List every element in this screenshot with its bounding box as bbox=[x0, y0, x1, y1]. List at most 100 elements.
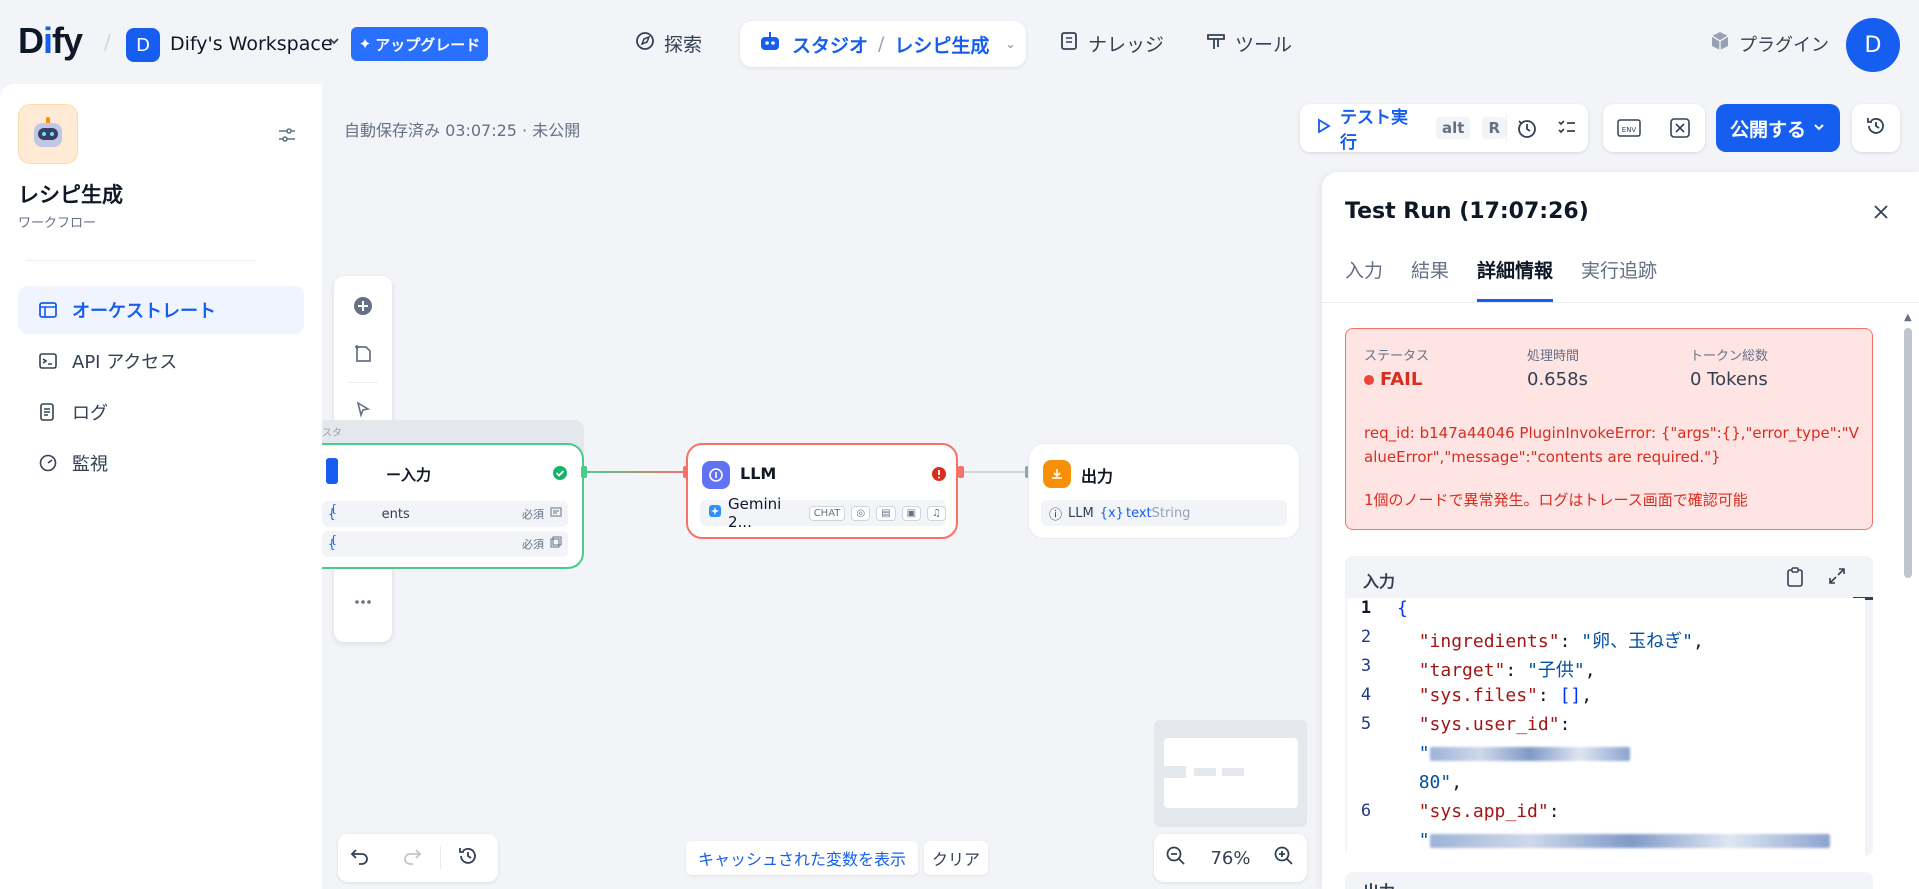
robot-icon bbox=[758, 31, 782, 58]
sliders-icon[interactable] bbox=[276, 124, 298, 146]
edge-llm-output[interactable] bbox=[960, 471, 1028, 473]
minimap-viewport[interactable] bbox=[1164, 738, 1298, 808]
model-chip: Gemini 2... CHAT ◎ ▤ ▣ ♫ bbox=[700, 495, 946, 531]
plugin-button[interactable]: プラグイン bbox=[1709, 30, 1829, 57]
tab-details[interactable]: 詳細情報 bbox=[1477, 256, 1554, 302]
breadcrumb-separator: / bbox=[104, 30, 111, 54]
breadcrumb-separator: / bbox=[878, 33, 885, 55]
tokens-value: 0 Tokens bbox=[1690, 369, 1768, 390]
variable-icon[interactable] bbox=[1654, 117, 1705, 139]
variable-type: String bbox=[1151, 505, 1191, 521]
status-dot bbox=[1364, 374, 1374, 385]
success-check-icon bbox=[552, 465, 568, 485]
document-icon: ▤ bbox=[876, 505, 896, 521]
nav-current-app[interactable]: レシピ生成 bbox=[894, 31, 989, 58]
shortcut-key: R bbox=[1482, 117, 1506, 139]
minimap[interactable] bbox=[1154, 720, 1307, 827]
start-node[interactable]: ー入力 { ents 必須 { 必須 bbox=[322, 443, 584, 569]
publish-button[interactable]: 公開する bbox=[1716, 104, 1840, 152]
input-variable-chip: { 必須 bbox=[322, 531, 568, 557]
add-note-icon[interactable] bbox=[343, 334, 383, 374]
scroll-thumb[interactable] bbox=[1904, 328, 1912, 578]
test-run-button[interactable]: テスト実行 alt R bbox=[1300, 104, 1506, 153]
sidebar-item-logs[interactable]: ログ bbox=[18, 388, 304, 436]
app-title: レシピ生成 bbox=[18, 183, 123, 207]
zoom-out-icon[interactable] bbox=[1165, 845, 1187, 872]
node-port[interactable] bbox=[958, 466, 964, 478]
workspace-avatar[interactable]: D bbox=[126, 28, 160, 62]
checklist-icon[interactable] bbox=[1547, 117, 1587, 139]
start-node-icon bbox=[326, 458, 338, 484]
nav-explore[interactable]: 探索 bbox=[634, 30, 702, 57]
model-name: Gemini 2... bbox=[728, 495, 782, 531]
run-history-icon[interactable] bbox=[1507, 117, 1547, 139]
history-icon bbox=[1865, 115, 1887, 141]
edge-start-llm[interactable] bbox=[586, 471, 686, 473]
zoom-bar: 76% bbox=[1154, 834, 1307, 882]
sidebar-item-api[interactable]: API アクセス bbox=[18, 337, 304, 385]
tab-trace[interactable]: 実行追跡 bbox=[1581, 256, 1657, 302]
output-icon bbox=[1043, 460, 1071, 488]
code-line: 80", bbox=[1418, 772, 1463, 793]
book-icon bbox=[1058, 30, 1080, 57]
robot-icon bbox=[31, 117, 65, 151]
chat-tag: CHAT bbox=[808, 505, 846, 521]
app-icon[interactable] bbox=[18, 104, 78, 164]
gemini-icon bbox=[708, 504, 722, 522]
undo-icon[interactable] bbox=[348, 844, 372, 872]
history-button[interactable] bbox=[1852, 104, 1900, 152]
tokens-label: トークン総数 bbox=[1690, 349, 1769, 364]
nav-studio-label: スタジオ bbox=[792, 34, 869, 57]
code-line: 6 "sys.app_id": bbox=[1360, 801, 1560, 822]
more-icon[interactable] bbox=[343, 582, 383, 622]
node-port[interactable] bbox=[581, 466, 587, 478]
code-line: " bbox=[1347, 743, 1630, 771]
nav-knowledge[interactable]: ナレッジ bbox=[1058, 30, 1164, 57]
status-box: ステータス FAIL 処理時間 0.658s トークン総数 0 Tokens r… bbox=[1345, 328, 1873, 530]
code-line: 5 "sys.user_id": bbox=[1360, 714, 1571, 735]
vision-icon: ◎ bbox=[851, 505, 871, 521]
llm-node-title: LLM bbox=[740, 464, 777, 483]
chevron-down-icon[interactable] bbox=[327, 34, 341, 52]
add-node-icon[interactable] bbox=[343, 286, 383, 326]
sidebar-item-monitoring[interactable]: 監視 bbox=[18, 439, 304, 487]
sidebar-item-orchestrate[interactable]: オーケストレート bbox=[18, 286, 304, 334]
show-cached-variables-button[interactable]: キャッシュされた変数を表示 bbox=[686, 841, 919, 875]
sidebar-item-label: ログ bbox=[72, 403, 108, 424]
user-avatar[interactable]: D bbox=[1846, 18, 1900, 72]
redo-icon[interactable] bbox=[400, 844, 424, 872]
audio-icon: ♫ bbox=[927, 505, 946, 521]
start-node-title: ー入力 bbox=[386, 466, 432, 484]
time-label: 処理時間 bbox=[1527, 349, 1580, 364]
env-toolbar: ENV bbox=[1603, 104, 1705, 152]
panel-scrollbar[interactable]: ▲ bbox=[1902, 312, 1914, 889]
status-value: FAIL bbox=[1364, 369, 1422, 390]
zoom-level[interactable]: 76% bbox=[1210, 848, 1250, 869]
expand-icon[interactable] bbox=[1827, 566, 1847, 590]
dify-logo[interactable]: Dify bbox=[18, 20, 83, 62]
nav-studio[interactable]: スタジオ / レシピ生成 ⌄ bbox=[740, 21, 1026, 67]
code-viewer[interactable]: 1{ 2 "ingredients": "卵、玉ねぎ", 3 "target":… bbox=[1347, 598, 1865, 856]
nav-tools[interactable]: ツール bbox=[1205, 30, 1292, 57]
plugin-label: プラグイン bbox=[1739, 34, 1829, 56]
layout-icon bbox=[38, 300, 58, 320]
zoom-in-icon[interactable] bbox=[1273, 845, 1295, 872]
sparkle-icon: ✦ bbox=[358, 35, 372, 53]
llm-node[interactable]: LLM Gemini 2... CHAT ◎ ▤ ▣ ♫ bbox=[686, 443, 958, 539]
clear-button[interactable]: クリア bbox=[924, 841, 989, 875]
version-history-icon[interactable] bbox=[456, 844, 480, 872]
workspace-name[interactable]: Dify's Workspace bbox=[170, 33, 333, 55]
env-icon[interactable]: ENV bbox=[1603, 117, 1654, 139]
tab-input[interactable]: 入力 bbox=[1345, 256, 1383, 302]
sidebar-menu: オーケストレート API アクセス ログ 監視 bbox=[18, 286, 304, 490]
upgrade-button[interactable]: ✦ アップグレード bbox=[351, 27, 488, 61]
copy-icon[interactable] bbox=[1785, 566, 1805, 592]
tab-result[interactable]: 結果 bbox=[1411, 256, 1449, 302]
divider bbox=[26, 260, 256, 261]
undo-redo-bar bbox=[338, 834, 498, 882]
output-node[interactable]: 出力 ⓘ LLM {x} text String bbox=[1028, 443, 1300, 539]
variable-icon: {x} bbox=[1099, 505, 1124, 521]
chevron-down-icon[interactable]: ⌄ bbox=[1005, 37, 1015, 51]
close-icon[interactable] bbox=[1872, 202, 1890, 227]
code-line: 4 "sys.files": [], bbox=[1360, 685, 1593, 706]
